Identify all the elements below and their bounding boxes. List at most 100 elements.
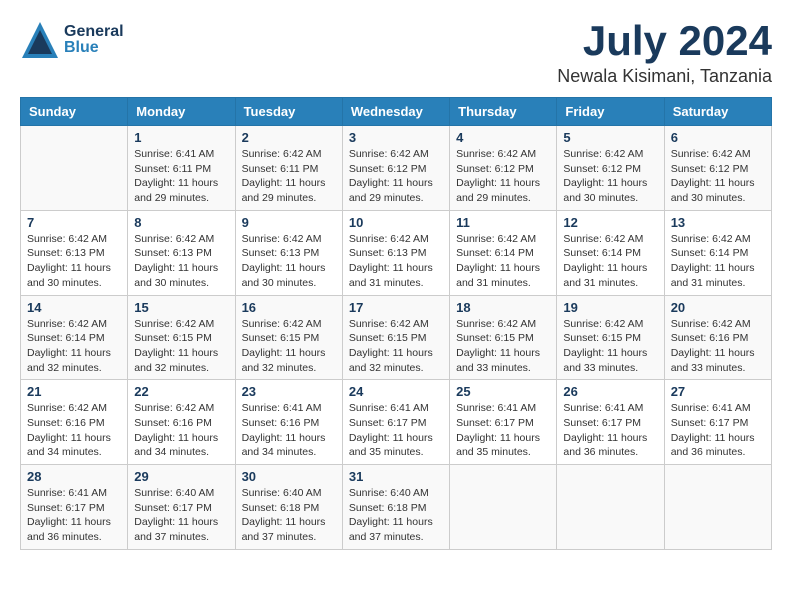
day-number: 27 <box>671 384 765 399</box>
calendar-cell: 9 Sunrise: 6:42 AM Sunset: 6:13 PM Daylig… <box>235 210 342 295</box>
day-info: Sunrise: 6:42 AM Sunset: 6:12 PM Dayligh… <box>671 147 765 206</box>
calendar-cell <box>664 465 771 550</box>
calendar-cell: 7 Sunrise: 6:42 AM Sunset: 6:13 PM Daylig… <box>21 210 128 295</box>
day-info: Sunrise: 6:42 AM Sunset: 6:13 PM Dayligh… <box>242 232 336 291</box>
day-info: Sunrise: 6:41 AM Sunset: 6:17 PM Dayligh… <box>27 486 121 545</box>
day-number: 18 <box>456 300 550 315</box>
day-number: 16 <box>242 300 336 315</box>
day-number: 24 <box>349 384 443 399</box>
day-number: 25 <box>456 384 550 399</box>
calendar-cell: 1 Sunrise: 6:41 AM Sunset: 6:11 PM Daylig… <box>128 126 235 211</box>
calendar-cell <box>557 465 664 550</box>
calendar-cell: 18 Sunrise: 6:42 AM Sunset: 6:15 PM Dayli… <box>450 295 557 380</box>
day-info: Sunrise: 6:42 AM Sunset: 6:13 PM Dayligh… <box>27 232 121 291</box>
calendar-cell <box>450 465 557 550</box>
calendar-cell: 19Sunrise: 6:42 AM Sunset: 6:15 PM Dayli… <box>557 295 664 380</box>
day-info: Sunrise: 6:41 AM Sunset: 6:17 PM Dayligh… <box>349 401 443 460</box>
calendar-cell: 27 Sunrise: 6:41 AM Sunset: 6:17 PM Dayli… <box>664 380 771 465</box>
day-number: 4 <box>456 130 550 145</box>
logo-blue: Blue <box>64 40 124 56</box>
day-number: 10 <box>349 215 443 230</box>
day-number: 17 <box>349 300 443 315</box>
calendar-cell: 5 Sunrise: 6:42 AM Sunset: 6:12 PM Daylig… <box>557 126 664 211</box>
day-info: Sunrise: 6:41 AM Sunset: 6:17 PM Dayligh… <box>671 401 765 460</box>
day-number: 13 <box>671 215 765 230</box>
calendar-cell: 21 Sunrise: 6:42 AM Sunset: 6:16 PM Dayli… <box>21 380 128 465</box>
day-info: Sunrise: 6:40 AM Sunset: 6:18 PM Dayligh… <box>349 486 443 545</box>
calendar-cell: 16 Sunrise: 6:42 AM Sunset: 6:15 PM Dayli… <box>235 295 342 380</box>
day-number: 20 <box>671 300 765 315</box>
calendar-header: SundayMondayTuesdayWednesdayThursdayFrid… <box>21 98 772 126</box>
day-number: 9 <box>242 215 336 230</box>
day-number: 21 <box>27 384 121 399</box>
calendar-cell: 3 Sunrise: 6:42 AM Sunset: 6:12 PM Daylig… <box>342 126 449 211</box>
location-title: Newala Kisimani, Tanzania <box>557 66 772 87</box>
weekday-header-monday: Monday <box>128 98 235 126</box>
day-info: Sunrise: 6:42 AM Sunset: 6:15 PM Dayligh… <box>349 317 443 376</box>
calendar-cell <box>21 126 128 211</box>
day-info: Sunrise: 6:41 AM Sunset: 6:17 PM Dayligh… <box>563 401 657 460</box>
day-number: 12 <box>563 215 657 230</box>
calendar-cell: 24 Sunrise: 6:41 AM Sunset: 6:17 PM Dayli… <box>342 380 449 465</box>
day-info: Sunrise: 6:42 AM Sunset: 6:12 PM Dayligh… <box>349 147 443 206</box>
calendar-cell: 11 Sunrise: 6:42 AM Sunset: 6:14 PM Dayli… <box>450 210 557 295</box>
calendar-cell: 20 Sunrise: 6:42 AM Sunset: 6:16 PM Dayli… <box>664 295 771 380</box>
calendar-week-3: 14Sunrise: 6:42 AM Sunset: 6:14 PM Dayli… <box>21 295 772 380</box>
calendar-cell: 29 Sunrise: 6:40 AM Sunset: 6:17 PM Dayli… <box>128 465 235 550</box>
day-number: 3 <box>349 130 443 145</box>
day-number: 7 <box>27 215 121 230</box>
calendar-cell: 14Sunrise: 6:42 AM Sunset: 6:14 PM Dayli… <box>21 295 128 380</box>
page-header: General Blue July 2024 Newala Kisimani, … <box>20 20 772 87</box>
day-number: 11 <box>456 215 550 230</box>
calendar-cell: 23 Sunrise: 6:41 AM Sunset: 6:16 PM Dayli… <box>235 380 342 465</box>
calendar-cell: 4 Sunrise: 6:42 AM Sunset: 6:12 PM Daylig… <box>450 126 557 211</box>
weekday-header-saturday: Saturday <box>664 98 771 126</box>
day-number: 23 <box>242 384 336 399</box>
day-number: 2 <box>242 130 336 145</box>
logo: General Blue <box>20 20 124 60</box>
calendar-week-2: 7 Sunrise: 6:42 AM Sunset: 6:13 PM Daylig… <box>21 210 772 295</box>
day-info: Sunrise: 6:42 AM Sunset: 6:12 PM Dayligh… <box>456 147 550 206</box>
weekday-header-friday: Friday <box>557 98 664 126</box>
day-info: Sunrise: 6:42 AM Sunset: 6:13 PM Dayligh… <box>134 232 228 291</box>
weekday-header-tuesday: Tuesday <box>235 98 342 126</box>
day-info: Sunrise: 6:42 AM Sunset: 6:14 PM Dayligh… <box>27 317 121 376</box>
calendar-cell: 26Sunrise: 6:41 AM Sunset: 6:17 PM Dayli… <box>557 380 664 465</box>
day-info: Sunrise: 6:40 AM Sunset: 6:17 PM Dayligh… <box>134 486 228 545</box>
day-number: 1 <box>134 130 228 145</box>
day-number: 5 <box>563 130 657 145</box>
day-info: Sunrise: 6:42 AM Sunset: 6:15 PM Dayligh… <box>456 317 550 376</box>
day-info: Sunrise: 6:42 AM Sunset: 6:12 PM Dayligh… <box>563 147 657 206</box>
day-info: Sunrise: 6:41 AM Sunset: 6:11 PM Dayligh… <box>134 147 228 206</box>
month-title: July 2024 <box>557 20 772 62</box>
day-info: Sunrise: 6:42 AM Sunset: 6:16 PM Dayligh… <box>27 401 121 460</box>
day-info: Sunrise: 6:42 AM Sunset: 6:14 PM Dayligh… <box>456 232 550 291</box>
day-number: 31 <box>349 469 443 484</box>
calendar-cell: 13 Sunrise: 6:42 AM Sunset: 6:14 PM Dayli… <box>664 210 771 295</box>
day-info: Sunrise: 6:42 AM Sunset: 6:11 PM Dayligh… <box>242 147 336 206</box>
day-info: Sunrise: 6:42 AM Sunset: 6:15 PM Dayligh… <box>242 317 336 376</box>
logo-general: General <box>64 24 124 40</box>
calendar-cell: 12 Sunrise: 6:42 AM Sunset: 6:14 PM Dayli… <box>557 210 664 295</box>
calendar-cell: 2 Sunrise: 6:42 AM Sunset: 6:11 PM Daylig… <box>235 126 342 211</box>
calendar-cell: 17 Sunrise: 6:42 AM Sunset: 6:15 PM Dayli… <box>342 295 449 380</box>
day-info: Sunrise: 6:42 AM Sunset: 6:15 PM Dayligh… <box>563 317 657 376</box>
weekday-header-wednesday: Wednesday <box>342 98 449 126</box>
calendar-cell: 31 Sunrise: 6:40 AM Sunset: 6:18 PM Dayli… <box>342 465 449 550</box>
day-number: 15 <box>134 300 228 315</box>
day-number: 29 <box>134 469 228 484</box>
day-info: Sunrise: 6:42 AM Sunset: 6:14 PM Dayligh… <box>563 232 657 291</box>
calendar-cell: 6 Sunrise: 6:42 AM Sunset: 6:12 PM Daylig… <box>664 126 771 211</box>
weekday-header-sunday: Sunday <box>21 98 128 126</box>
day-info: Sunrise: 6:42 AM Sunset: 6:14 PM Dayligh… <box>671 232 765 291</box>
day-number: 30 <box>242 469 336 484</box>
day-info: Sunrise: 6:41 AM Sunset: 6:16 PM Dayligh… <box>242 401 336 460</box>
day-info: Sunrise: 6:42 AM Sunset: 6:15 PM Dayligh… <box>134 317 228 376</box>
calendar-cell: 15 Sunrise: 6:42 AM Sunset: 6:15 PM Dayli… <box>128 295 235 380</box>
calendar-cell: 28Sunrise: 6:41 AM Sunset: 6:17 PM Dayli… <box>21 465 128 550</box>
day-number: 22 <box>134 384 228 399</box>
day-info: Sunrise: 6:42 AM Sunset: 6:16 PM Dayligh… <box>671 317 765 376</box>
day-info: Sunrise: 6:42 AM Sunset: 6:13 PM Dayligh… <box>349 232 443 291</box>
weekday-header-thursday: Thursday <box>450 98 557 126</box>
day-number: 6 <box>671 130 765 145</box>
